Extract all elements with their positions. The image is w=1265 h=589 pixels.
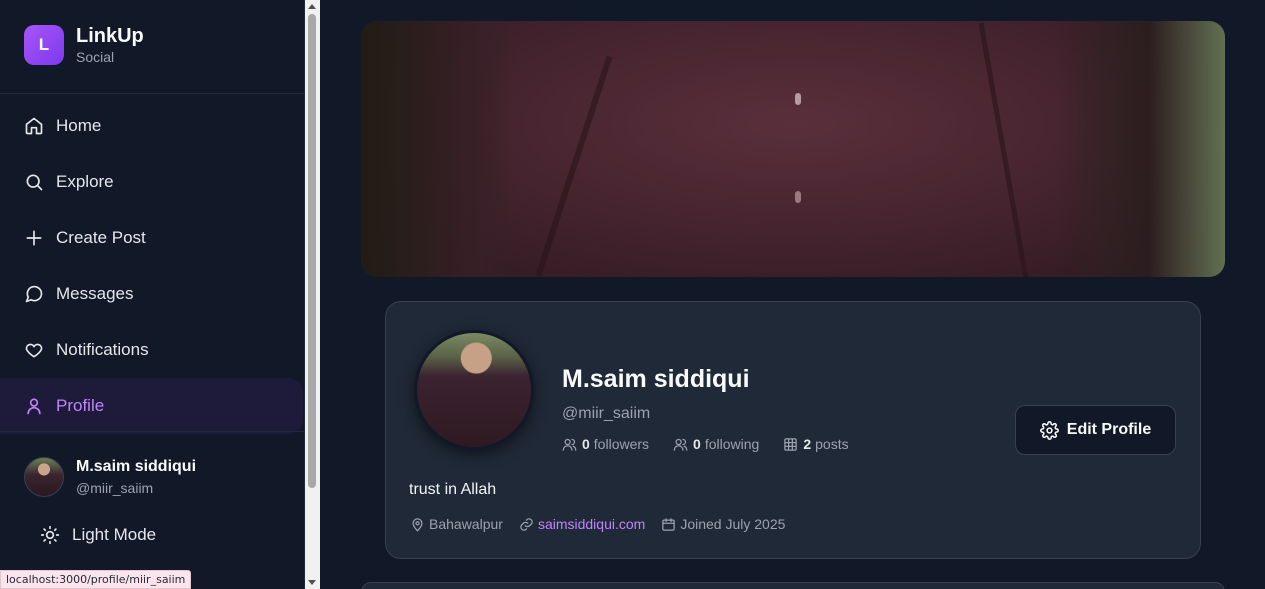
following-count: 0: [693, 436, 701, 452]
profile-avatar: [414, 330, 534, 450]
joined-date: Joined July 2025: [661, 516, 785, 532]
user-icon: [27, 398, 41, 415]
gear-icon: [1039, 420, 1059, 440]
joined-text: Joined July 2025: [680, 516, 786, 532]
nav-item-explore[interactable]: Explore: [0, 154, 305, 210]
calendar-icon: [662, 517, 676, 531]
nav-label: Notifications: [56, 340, 149, 359]
nav-label: Messages: [56, 284, 134, 303]
nav-item-messages[interactable]: Messages: [0, 266, 305, 322]
edit-profile-button[interactable]: Edit Profile: [1015, 405, 1176, 455]
profile-stats: 0 followers 0 following 2 posts: [562, 436, 873, 452]
link-icon: [520, 517, 533, 531]
followers-count: 0: [582, 436, 590, 452]
cover-photo: [361, 21, 1225, 277]
profile-name: M.saim siddiqui: [562, 365, 750, 393]
map-pin-icon: [412, 517, 423, 532]
brand-tagline: Social: [76, 49, 115, 65]
plus-icon: [26, 230, 42, 246]
scroll-thumb[interactable]: [308, 14, 316, 488]
scroll-down-arrow[interactable]: [308, 580, 316, 585]
avatar: [24, 457, 64, 497]
scroll-up-arrow[interactable]: [308, 4, 316, 9]
heart-icon: [25, 343, 43, 358]
nav-item-home[interactable]: Home: [0, 98, 305, 154]
users-icon: [673, 438, 688, 451]
following-stat[interactable]: 0 following: [673, 436, 759, 452]
posts-stat: 2 posts: [783, 436, 849, 452]
website-link[interactable]: saimsiddiqui.com: [538, 516, 645, 532]
website[interactable]: saimsiddiqui.com: [519, 516, 645, 532]
location: Bahawalpur: [410, 516, 503, 532]
current-user-card[interactable]: M.saim siddiqui @miir_saiim: [24, 457, 196, 497]
divider: [0, 431, 305, 432]
sidebar-scrollbar[interactable]: [305, 0, 320, 589]
sidebar: L LinkUp Social Home Explore Create Post: [0, 0, 305, 589]
following-label: following: [704, 436, 760, 452]
location-text: Bahawalpur: [429, 516, 503, 532]
theme-toggle-button[interactable]: Light Mode: [40, 525, 156, 545]
nav-label: Explore: [56, 172, 114, 191]
brand-name: LinkUp: [76, 25, 144, 47]
app: L LinkUp Social Home Explore Create Post: [0, 0, 1265, 589]
current-user-handle: @miir_saiim: [76, 480, 154, 496]
sun-icon: [40, 525, 60, 545]
main-content: M.saim siddiqui @miir_saiim 0 followers …: [320, 0, 1265, 589]
profile-meta: Bahawalpur saimsiddiqui.com Joined July …: [410, 516, 801, 532]
current-user-name: M.saim siddiqui: [76, 458, 197, 475]
nav-label: Profile: [56, 396, 105, 415]
brand[interactable]: L LinkUp Social: [24, 25, 144, 65]
followers-label: followers: [593, 436, 650, 452]
main-nav: Home Explore Create Post Messages Notifi…: [0, 98, 305, 434]
edit-profile-label: Edit Profile: [1066, 421, 1152, 438]
posts-label: posts: [815, 436, 849, 452]
nav-item-create-post[interactable]: Create Post: [0, 210, 305, 266]
nav-item-notifications[interactable]: Notifications: [0, 322, 305, 378]
nav-label: Home: [56, 116, 102, 135]
brand-logo: L: [24, 25, 64, 65]
divider: [0, 93, 305, 94]
profile-bio: trust in Allah: [409, 481, 497, 498]
nav-label: Create Post: [56, 228, 146, 247]
followers-stat[interactable]: 0 followers: [562, 436, 649, 452]
search-icon: [26, 174, 43, 191]
users-icon: [562, 438, 577, 451]
theme-toggle-label: Light Mode: [72, 525, 157, 544]
status-bar-url: localhost:3000/profile/miir_saiim: [0, 570, 192, 589]
next-section-card: [361, 582, 1225, 589]
home-icon: [25, 117, 43, 135]
nav-item-profile[interactable]: Profile: [0, 378, 303, 434]
posts-count: 2: [803, 436, 812, 452]
profile-handle: @miir_saiim: [562, 405, 651, 422]
message-icon: [25, 285, 43, 303]
grid-icon: [784, 437, 798, 451]
profile-card: M.saim siddiqui @miir_saiim 0 followers …: [385, 301, 1201, 559]
